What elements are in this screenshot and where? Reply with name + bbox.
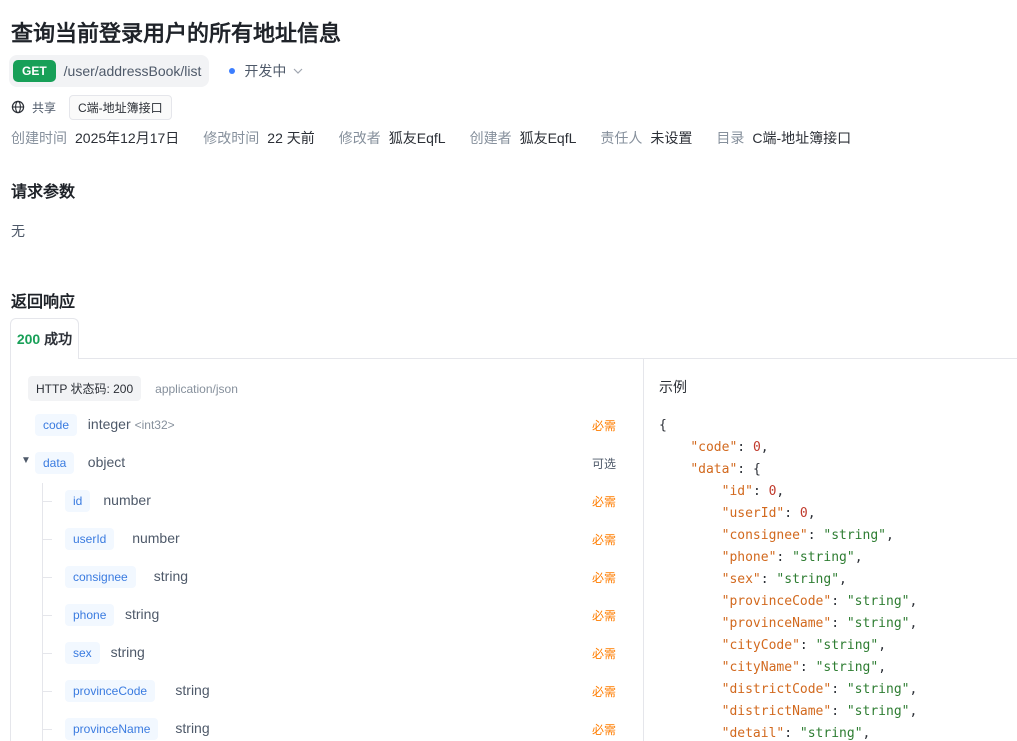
method-badge: GET <box>13 60 56 82</box>
meta-created-time: 创建时间 2025年12月17日 <box>11 130 180 146</box>
share-label[interactable]: 共享 <box>32 99 56 116</box>
field-type: integer <int32> <box>87 416 175 432</box>
meta-folder: 目录 C端-地址簿接口 <box>716 130 852 146</box>
field-format: <int32> <box>134 418 175 432</box>
field-name[interactable]: provinceName <box>65 718 159 740</box>
field-name[interactable]: provinceCode <box>65 680 156 702</box>
tree-branch-line <box>42 501 52 502</box>
tree-branch-line <box>42 729 52 730</box>
code-line: "id": 0, <box>721 484 785 499</box>
response-title: 返回响应 <box>11 294 76 311</box>
endpoint-pill[interactable]: GET /user/addressBook/list <box>9 55 210 87</box>
schema-row-phone: phone string 必需 <box>11 597 643 635</box>
caret-down-icon[interactable]: ▼ <box>21 455 31 466</box>
required-flag: 必需 <box>591 723 616 737</box>
endpoint-path[interactable]: /user/addressBook/list <box>64 63 202 79</box>
field-type: string <box>125 606 160 622</box>
schema-row-sex: sex string 必需 <box>11 635 643 673</box>
globe-icon <box>11 100 25 114</box>
response-panel: HTTP 状态码: 200 application/json code integ… <box>10 358 1017 741</box>
schema-row-provinceName: provinceName string 必需 <box>11 711 643 741</box>
required-flag: 必需 <box>591 419 616 433</box>
field-name[interactable]: code <box>35 414 78 436</box>
meta-row: 创建时间 2025年12月17日 修改时间 22 天前 修改者 狐友EqfL 创建者狐… <box>11 128 875 148</box>
tree-branch-line <box>42 691 52 692</box>
field-name[interactable]: userId <box>65 528 115 550</box>
example-title: 示例 <box>659 379 687 395</box>
meta-owner: 责任人 未设置 <box>600 130 693 146</box>
meta-creator: 创建者 狐友EqfL <box>469 130 577 146</box>
field-type: string <box>175 720 210 736</box>
schema-row-provinceCode: provinceCode string 必需 <box>11 673 643 711</box>
tree-branch-line <box>42 653 52 654</box>
tree-branch-line <box>42 539 52 540</box>
request-params-empty: 无 <box>11 223 25 239</box>
code-line: "code": 0, <box>690 440 769 455</box>
required-flag: 必需 <box>591 685 616 699</box>
folder-tag[interactable]: C端-地址簿接口 <box>69 94 172 120</box>
status-dot-icon <box>229 68 236 74</box>
schema-row-consignee: consignee string 必需 <box>11 559 643 597</box>
http-status-tag: HTTP 状态码: 200 <box>28 376 142 401</box>
field-name[interactable]: sex <box>65 642 100 664</box>
content-type: application/json <box>155 381 238 396</box>
meta-modifier: 修改者 狐友EqfL <box>338 130 446 146</box>
required-flag: 必需 <box>591 495 616 509</box>
code-line: { <box>659 418 667 433</box>
code-line: "cityCode": "string", <box>721 638 887 653</box>
field-type: string <box>175 682 210 698</box>
schema-row-userId: userId number 必需 <box>11 521 643 559</box>
code-line: "sex": "string", <box>721 572 847 587</box>
field-name[interactable]: consignee <box>65 566 136 588</box>
tab-response-200[interactable]: 200 成功 <box>10 318 79 359</box>
field-name[interactable]: data <box>35 452 75 474</box>
tree-branch-line <box>42 615 52 616</box>
example-code-block: { "code": 0, "data": { "id": 0, "userId"… <box>659 415 917 741</box>
optional-flag: 可选 <box>591 457 616 471</box>
schema-row-data[interactable]: ▼ data object 可选 <box>11 445 643 483</box>
code-line: "consignee": "string", <box>721 528 894 543</box>
field-type: number <box>103 492 151 508</box>
response-code: 200 <box>16 331 41 347</box>
code-line: "provinceCode": "string", <box>721 594 918 609</box>
response-label: 成功 <box>44 331 73 347</box>
field-name[interactable]: id <box>65 490 91 512</box>
endpoint-row: GET /user/addressBook/list 开发中 <box>9 55 303 87</box>
code-line: "data": { <box>690 462 761 477</box>
code-line: "userId": 0, <box>721 506 816 521</box>
status-label: 开发中 <box>244 63 287 79</box>
code-line: "cityName": "string", <box>721 660 887 675</box>
request-params-title: 请求参数 <box>11 184 76 201</box>
schema-row-code: code integer <int32> 必需 <box>11 407 643 445</box>
code-line: "provinceName": "string", <box>721 616 918 631</box>
field-type: object <box>87 454 126 470</box>
code-line: "detail": "string", <box>721 726 871 741</box>
required-flag: 必需 <box>591 609 616 623</box>
required-flag: 必需 <box>591 647 616 661</box>
required-flag: 必需 <box>591 571 616 585</box>
panel-divider <box>643 359 644 741</box>
status-dropdown[interactable]: 开发中 <box>229 61 303 81</box>
code-line: "phone": "string", <box>721 550 863 565</box>
field-type: string <box>110 644 145 660</box>
required-flag: 必需 <box>591 533 616 547</box>
meta-modified-time: 修改时间 22 天前 <box>203 130 315 146</box>
chevron-down-icon <box>293 63 303 79</box>
code-line: "districtName": "string", <box>721 704 918 719</box>
code-line: "districtCode": "string", <box>721 682 918 697</box>
field-name[interactable]: phone <box>65 604 115 626</box>
page-title: 查询当前登录用户的所有地址信息 <box>11 21 342 46</box>
http-status-row: HTTP 状态码: 200 application/json <box>28 376 238 401</box>
schema-row-id: id number 必需 <box>11 483 643 521</box>
field-type: string <box>153 568 189 584</box>
share-row: 共享 C端-地址簿接口 <box>11 94 172 120</box>
tree-branch-line <box>42 577 52 578</box>
field-type: number <box>132 530 180 546</box>
